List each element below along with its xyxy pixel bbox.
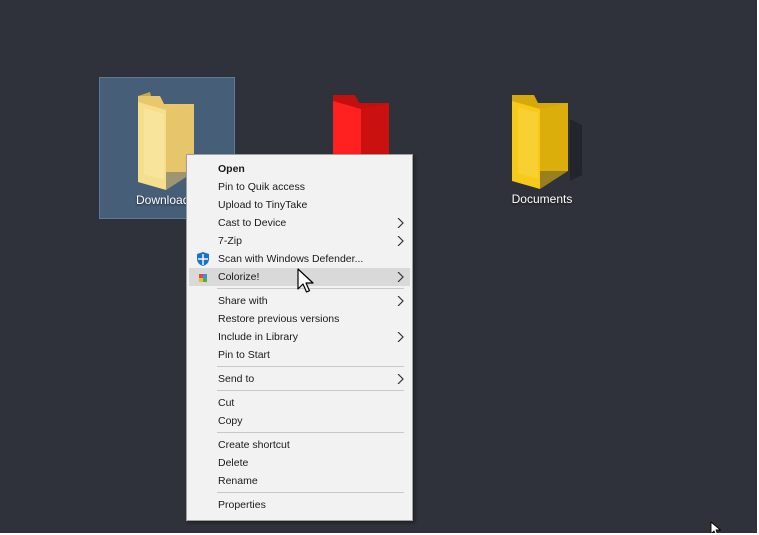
menu-item-label: Pin to Start	[218, 349, 270, 361]
menu-item-label: Copy	[218, 415, 243, 427]
menu-item-create-shortcut[interactable]: Create shortcut	[189, 436, 410, 454]
menu-item-label: Rename	[218, 475, 258, 487]
menu-item-label: Upload to TinyTake	[218, 199, 308, 211]
menu-item-label: Properties	[218, 499, 266, 511]
menu-item-copy[interactable]: Copy	[189, 412, 410, 430]
menu-item-label: Share with	[218, 295, 268, 307]
menu-item-label: Scan with Windows Defender...	[218, 253, 364, 265]
menu-item-label: Colorize!	[218, 271, 260, 283]
chevron-right-icon	[397, 236, 404, 246]
chevron-right-icon	[397, 374, 404, 384]
menu-item-include-library[interactable]: Include in Library	[189, 328, 410, 346]
menu-item-rename[interactable]: Rename	[189, 472, 410, 490]
menu-separator	[217, 432, 404, 433]
menu-item-share-with[interactable]: Share with	[189, 292, 410, 310]
chevron-right-icon	[397, 332, 404, 342]
menu-item-7zip[interactable]: 7-Zip	[189, 232, 410, 250]
menu-item-label: Delete	[218, 457, 249, 469]
menu-item-restore-versions[interactable]: Restore previous versions	[189, 310, 410, 328]
menu-separator	[217, 390, 404, 391]
folder-documents[interactable]: Documents	[474, 77, 610, 219]
menu-item-pin-to-start[interactable]: Pin to Start	[189, 346, 410, 364]
menu-item-delete[interactable]: Delete	[189, 454, 410, 472]
chevron-right-icon	[397, 272, 404, 282]
menu-item-label: Pin to Quik access	[218, 181, 305, 193]
menu-item-pin-quick-access[interactable]: Pin to Quik access	[189, 178, 410, 196]
context-menu: Open Pin to Quik access Upload to TinyTa…	[186, 154, 413, 521]
menu-item-label: Cut	[218, 397, 235, 409]
folder-icon	[512, 95, 582, 189]
menu-item-label: Cast to Device	[218, 217, 287, 229]
chevron-right-icon	[397, 218, 404, 228]
desktop[interactable]: Downloads Documents Open Pin to Quik acc…	[0, 0, 757, 533]
menu-item-properties[interactable]: Properties	[189, 496, 410, 514]
mouse-cursor-icon	[297, 268, 314, 293]
colorize-icon	[199, 274, 207, 282]
menu-item-upload-tinytake[interactable]: Upload to TinyTake	[189, 196, 410, 214]
menu-item-label: Open	[218, 163, 245, 175]
menu-item-cut[interactable]: Cut	[189, 394, 410, 412]
menu-item-open[interactable]: Open	[189, 160, 410, 178]
chevron-right-icon	[397, 296, 404, 306]
menu-item-label: 7-Zip	[218, 235, 242, 247]
menu-separator	[217, 366, 404, 367]
menu-item-label: Include in Library	[218, 331, 298, 343]
menu-item-send-to[interactable]: Send to	[189, 370, 410, 388]
menu-item-cast-to-device[interactable]: Cast to Device	[189, 214, 410, 232]
menu-item-label: Send to	[218, 373, 255, 385]
menu-item-label: Restore previous versions	[218, 313, 340, 325]
menu-separator	[217, 492, 404, 493]
mouse-cursor-icon	[710, 521, 721, 533]
folder-label: Documents	[511, 192, 573, 206]
menu-item-scan-defender[interactable]: Scan with Windows Defender...	[189, 250, 410, 268]
menu-item-label: Create shortcut	[218, 439, 290, 451]
windows-defender-icon	[197, 252, 209, 266]
